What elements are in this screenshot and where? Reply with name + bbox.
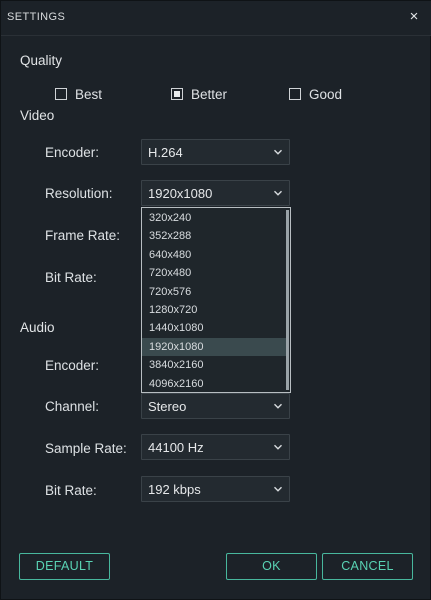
resolution-value: 1920x1080 [148, 186, 213, 201]
resolution-option[interactable]: 1280x720 [142, 301, 286, 319]
resolution-option[interactable]: 352x288 [142, 227, 286, 245]
chevron-down-icon [274, 190, 282, 196]
checkbox-box [289, 88, 301, 100]
video-encoder-select[interactable]: H.264 [141, 139, 290, 165]
resolution-select[interactable]: 1920x1080 [141, 180, 290, 206]
sample-rate-select[interactable]: 44100 Hz [141, 434, 290, 460]
resolution-option-selected[interactable]: 1920x1080 [142, 337, 286, 357]
settings-dialog: SETTINGS × Quality Best Better Good Vide… [0, 0, 431, 600]
sample-rate-value: 44100 Hz [148, 440, 204, 455]
channel-value: Stereo [148, 399, 187, 414]
dialog-title: SETTINGS [7, 11, 66, 23]
chevron-down-icon [274, 403, 282, 409]
video-encoder-value: H.264 [148, 145, 183, 160]
resolution-option[interactable]: 720x480 [142, 264, 286, 282]
audio-bit-rate-value: 192 kbps [148, 482, 201, 497]
quality-better-label: Better [191, 86, 228, 102]
chevron-down-icon [274, 444, 282, 450]
resolution-option[interactable]: 640x480 [142, 246, 286, 264]
chevron-down-icon [274, 149, 282, 155]
resolution-option[interactable]: 720x576 [142, 283, 286, 301]
quality-best-label: Best [75, 86, 103, 102]
resolution-option[interactable]: 1440x1080 [142, 319, 286, 337]
cancel-button[interactable]: CANCEL [322, 553, 413, 580]
resolution-label: Resolution: [45, 186, 113, 201]
frame-rate-label: Frame Rate: [45, 228, 121, 243]
checkbox-box-checked [171, 88, 183, 100]
resolution-dropdown-list[interactable]: 320x240 352x288 640x480 720x480 720x576 … [141, 207, 291, 393]
audio-bit-rate-select[interactable]: 192 kbps [141, 476, 290, 502]
checkbox-box [55, 88, 67, 100]
video-bit-rate-label: Bit Rate: [45, 270, 97, 285]
video-heading: Video [20, 108, 55, 123]
resolution-option[interactable]: 4096x2160 [142, 375, 286, 393]
channel-select[interactable]: Stereo [141, 393, 290, 419]
title-bar: SETTINGS × [1, 1, 431, 36]
quality-good-checkbox[interactable]: Good [289, 85, 342, 103]
resolution-option[interactable]: 320x240 [142, 209, 286, 227]
chevron-down-icon [274, 486, 282, 492]
scrollbar-thumb[interactable] [286, 210, 289, 390]
audio-heading: Audio [20, 320, 55, 335]
quality-heading: Quality [20, 53, 63, 68]
default-button[interactable]: DEFAULT [19, 553, 110, 580]
close-icon[interactable]: × [404, 7, 424, 27]
channel-label: Channel: [45, 399, 100, 414]
quality-better-checkbox[interactable]: Better [171, 85, 227, 103]
audio-bit-rate-label: Bit Rate: [45, 483, 97, 498]
resolution-option[interactable]: 3840x2160 [142, 356, 286, 374]
quality-best-checkbox[interactable]: Best [55, 85, 102, 103]
ok-button[interactable]: OK [226, 553, 317, 580]
sample-rate-label: Sample Rate: [45, 441, 127, 456]
video-encoder-label: Encoder: [45, 145, 100, 160]
quality-good-label: Good [309, 86, 343, 102]
audio-encoder-label: Encoder: [45, 358, 100, 373]
